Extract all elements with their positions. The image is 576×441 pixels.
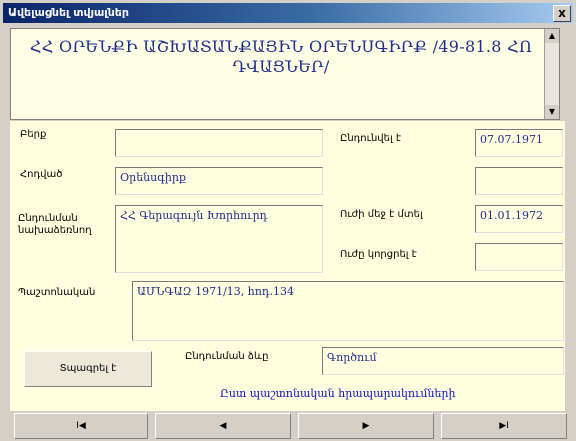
record-navigation: I◀ ◀ ▶ ▶I [0,411,576,441]
last-record-button[interactable]: ▶I [441,413,567,439]
publication-field[interactable]: ԱՄՆԳԱԶ 1971/13, հոդ.134 [132,281,564,341]
effective-date-field[interactable]: 01.01.1972 [475,205,563,233]
label-adopted: Ընդունվել է [340,133,402,144]
scroll-down-icon[interactable]: ▼ [545,105,559,119]
app-window: Ավելացնել տվյալներ x ՀՀ ՕՐԵՆՔԻ ԱՇԽԱՏԱՆՔԱ… [0,0,576,441]
official-publications-link[interactable]: Ըստ պաշտոնական հրապարակումների [220,387,455,400]
printed-button[interactable]: Տպագրել է [24,351,152,387]
first-record-button[interactable]: I◀ [14,413,148,439]
label-effective: Ուժի մեջ է մտել [340,209,423,220]
window-title: Ավելացնել տվյալներ [8,6,129,19]
title-bar: Ավելացնել տվյալներ x [3,3,573,23]
previous-record-button[interactable]: ◀ [155,413,291,439]
extra-date-field[interactable] [475,167,563,195]
label-type: Բերք [20,129,47,140]
header-scrollbar[interactable]: ▲ ▼ [544,29,559,119]
document-field[interactable]: Օրենսգիրք [115,167,323,195]
status-field[interactable]: Գործում [322,347,564,375]
record-form: Բերք Հոդված Օրենսգիրք Ընդունման նախաձեռն… [10,121,565,411]
close-button[interactable]: x [553,5,571,22]
label-document: Հոդված [20,169,63,180]
adopted-date-field[interactable]: 07.07.1971 [475,129,563,157]
label-expired: Ուժը կորցրել է [340,249,417,260]
adopting-body-field[interactable]: ՀՀ Գերագույն Խորհուրդ [115,205,323,273]
label-status: Ընդունման ձևը [185,351,269,362]
label-adopting-body: Ընդունման նախաձեռնող [18,213,92,236]
document-title-panel: ՀՀ ՕՐԵՆՔԻ ԱՇԽԱՏԱՆՔԱՅԻՆ ՕՐԵՆՍԳԻՐՔ /49-81.… [10,28,560,120]
scroll-up-icon[interactable]: ▲ [545,29,559,43]
expired-date-field[interactable] [475,243,563,271]
label-publication: Պաշտոնական [18,287,96,298]
next-record-button[interactable]: ▶ [298,413,434,439]
document-title: ՀՀ ՕՐԵՆՔԻ ԱՇԽԱՏԱՆՔԱՅԻՆ ՕՐԵՆՍԳԻՐՔ /49-81.… [29,37,533,76]
type-field[interactable] [115,129,323,157]
